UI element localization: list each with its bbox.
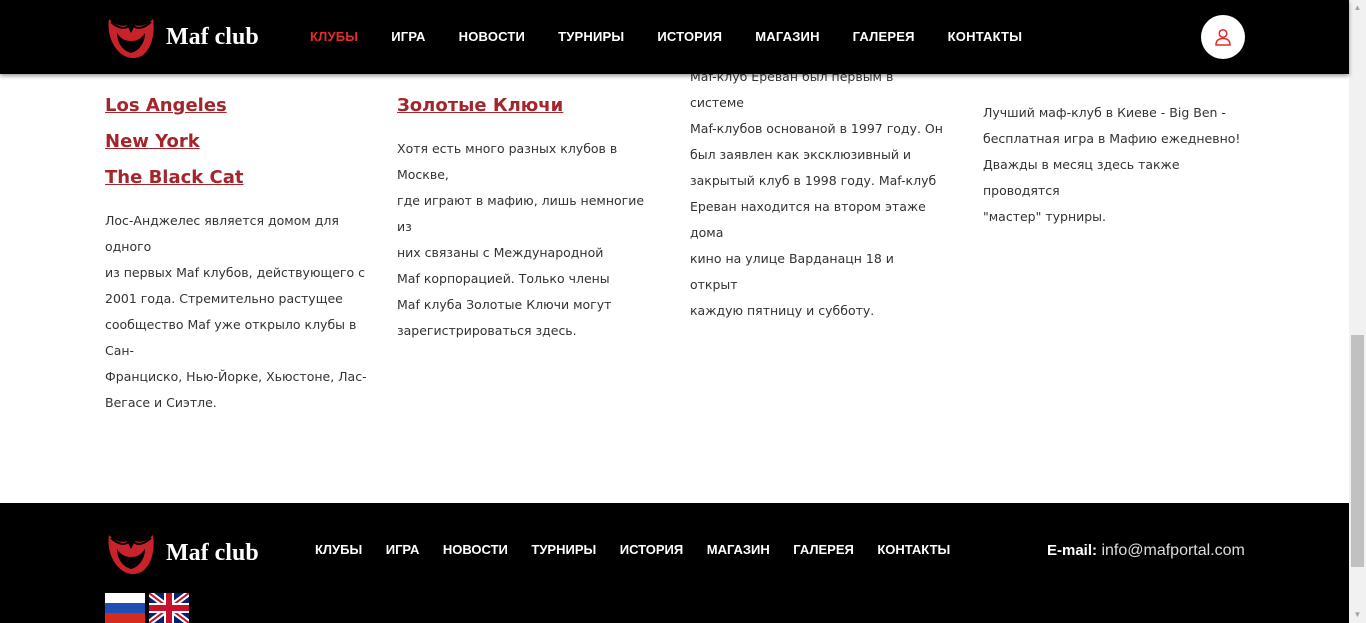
language-switcher bbox=[105, 593, 193, 623]
desc-line: сообщество Maf уже открыло клубы в Сан- bbox=[105, 317, 357, 358]
footer-logo[interactable]: Maf club bbox=[105, 529, 259, 577]
footer-nav-tournaments[interactable]: ТУРНИРЫ bbox=[531, 542, 596, 557]
club-link-black-cat[interactable]: The Black Cat bbox=[105, 160, 243, 196]
footer-nav-contacts[interactable]: КОНТАКТЫ bbox=[877, 542, 950, 557]
desc-line: каждую пятницу и субботу. bbox=[690, 303, 875, 318]
email-label: E-mail: bbox=[1047, 542, 1098, 559]
footer-nav: КЛУБЫ ИГРА НОВОСТИ ТУРНИРЫ ИСТОРИЯ МАГАЗ… bbox=[315, 542, 974, 557]
club-links-list: Los Angeles New York The Black Cat bbox=[105, 88, 243, 196]
email-link[interactable]: info@mafportal.com bbox=[1101, 542, 1244, 559]
main-nav: КЛУБЫ ИГРА НОВОСТИ ТУРНИРЫ ИСТОРИЯ МАГАЗ… bbox=[310, 29, 1055, 44]
desc-line: был заявлен как эксклюзивный и bbox=[690, 147, 912, 162]
user-icon bbox=[1215, 28, 1231, 46]
footer-nav-game[interactable]: ИГРА bbox=[386, 542, 420, 557]
footer-nav-news[interactable]: НОВОСТИ bbox=[443, 542, 508, 557]
club-link-los-angeles[interactable]: Los Angeles bbox=[105, 88, 243, 124]
nav-clubs[interactable]: КЛУБЫ bbox=[310, 29, 358, 44]
desc-line: Вегасе и Сиэтле. bbox=[105, 395, 217, 410]
desc-line: бесплатная игра в Мафию ежедневно! bbox=[983, 131, 1241, 146]
club-link-golden-keys[interactable]: Золотые Ключи bbox=[397, 88, 563, 124]
footer-nav-shop[interactable]: МАГАЗИН bbox=[707, 542, 770, 557]
desc-line: Maf клуба Золотые Ключи могут bbox=[397, 297, 612, 312]
desc-line: Франциско, Нью-Йорке, Хьюстоне, Лас- bbox=[105, 369, 367, 384]
desc-line: них связаны с Международной bbox=[397, 245, 604, 260]
scroll-down-arrow-icon[interactable]: ▼ bbox=[1352, 610, 1363, 619]
footer-nav-history[interactable]: ИСТОРИЯ bbox=[620, 542, 684, 557]
desc-line: Дважды в месяц здесь также проводятся bbox=[983, 157, 1180, 198]
desc-line: Лос-Анджелес является домом для одного bbox=[105, 213, 339, 254]
desc-line: "мастер" турниры. bbox=[983, 209, 1107, 224]
desc-line: Maf корпорацией. Только члены bbox=[397, 271, 610, 286]
footer-email: E-mail: info@mafportal.com bbox=[1047, 542, 1245, 560]
nav-shop[interactable]: МАГАЗИН bbox=[755, 29, 819, 44]
nav-tournaments[interactable]: ТУРНИРЫ bbox=[558, 29, 624, 44]
scroll-up-arrow-icon[interactable]: ▲ bbox=[1352, 3, 1363, 12]
header-logo[interactable]: Maf club bbox=[105, 13, 259, 61]
user-account-button[interactable] bbox=[1201, 15, 1245, 59]
desc-line: 2001 года. Стремительно растущее bbox=[105, 291, 343, 306]
footer-nav-clubs[interactable]: КЛУБЫ bbox=[315, 542, 362, 557]
nav-contacts[interactable]: КОНТАКТЫ bbox=[948, 29, 1022, 44]
desc-line: Хотя есть много разных клубов в Москве, bbox=[397, 141, 618, 182]
maf-mask-logo-icon bbox=[108, 535, 154, 574]
scrollbar-thumb[interactable] bbox=[1351, 335, 1364, 567]
desc-line: кино на улице Варданацн 18 и открыт bbox=[690, 251, 894, 292]
maf-mask-logo-icon bbox=[108, 19, 154, 58]
uk-flag-icon[interactable] bbox=[149, 593, 189, 623]
desc-line: Лучший маф-клуб в Киеве - Big Ben - bbox=[983, 105, 1226, 120]
kiev-description: Лучший маф-клуб в Киеве - Big Ben - бесп… bbox=[983, 100, 1243, 230]
yerevan-description: Maf-клуб Ереван был первым в системе Maf… bbox=[690, 64, 945, 324]
ru-flag-icon[interactable] bbox=[105, 593, 145, 623]
site-header: Maf club КЛУБЫ ИГРА НОВОСТИ ТУРНИРЫ ИСТО… bbox=[0, 0, 1349, 74]
desc-line: закрытый клуб в 1998 году. Maf-клуб bbox=[690, 173, 937, 188]
golden-keys-description: Хотя есть много разных клубов в Москве, … bbox=[397, 136, 659, 344]
nav-news[interactable]: НОВОСТИ bbox=[459, 29, 525, 44]
desc-line: Maf-клубов основаной в 1997 году. Он bbox=[690, 121, 943, 136]
club-link-new-york[interactable]: New York bbox=[105, 124, 243, 160]
site-footer: Maf club bbox=[0, 503, 1349, 623]
brand-name: Maf club bbox=[166, 23, 259, 50]
los-angeles-description: Лос-Анджелес является домом для одного и… bbox=[105, 208, 370, 416]
footer-brand-name: Maf club bbox=[166, 539, 259, 566]
footer-nav-gallery[interactable]: ГАЛЕРЕЯ bbox=[793, 542, 854, 557]
desc-line: Ереван находится на втором этаже дома bbox=[690, 199, 926, 240]
nav-game[interactable]: ИГРА bbox=[391, 29, 425, 44]
nav-gallery[interactable]: ГАЛЕРЕЯ bbox=[853, 29, 915, 44]
desc-line: из первых Maf клубов, действующего с bbox=[105, 265, 365, 280]
nav-history[interactable]: ИСТОРИЯ bbox=[657, 29, 722, 44]
desc-line: зарегистрироваться здесь. bbox=[397, 323, 577, 338]
desc-line: где играют в мафию, лишь немногие из bbox=[397, 193, 645, 234]
